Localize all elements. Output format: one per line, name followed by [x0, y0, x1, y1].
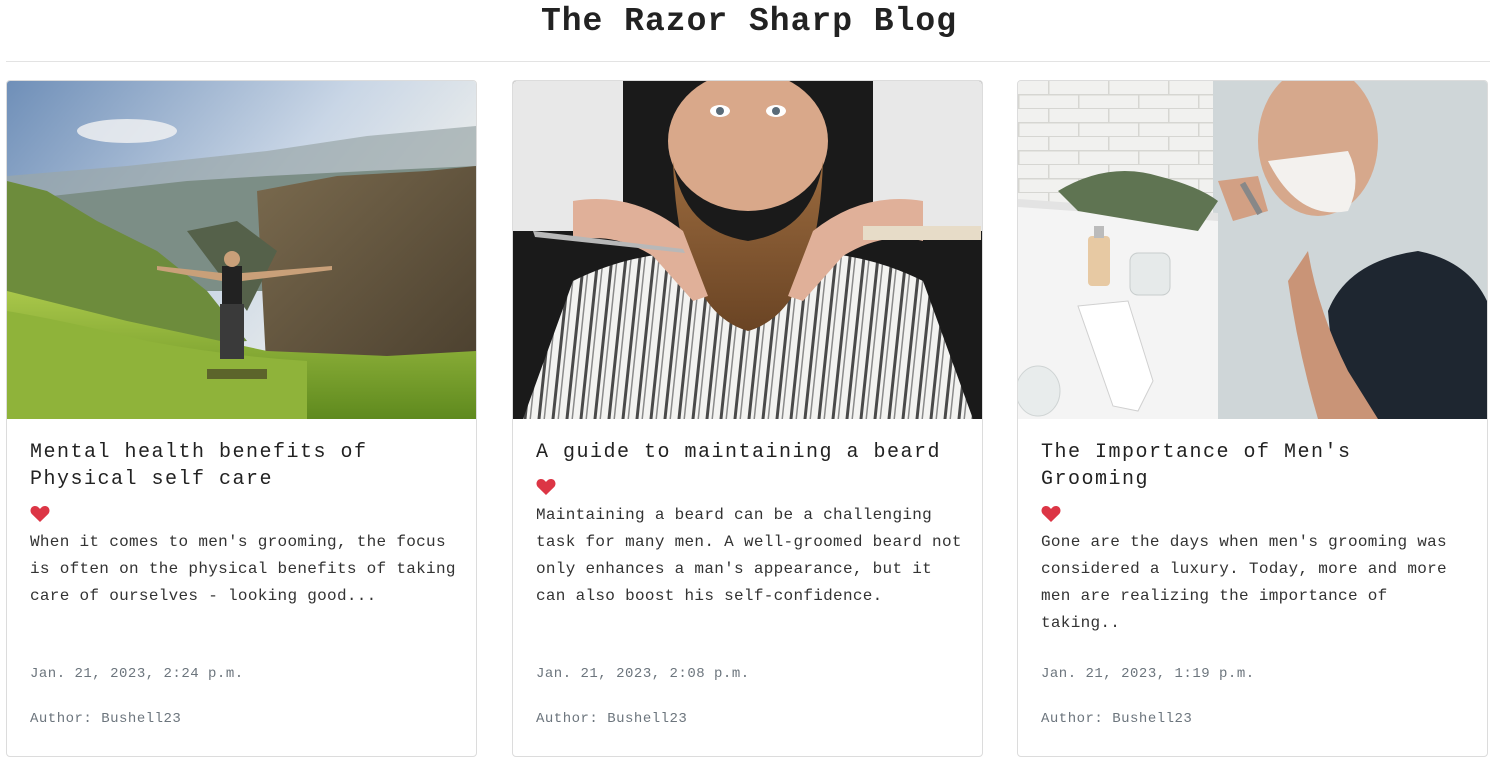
post-image-shaving[interactable]	[1018, 81, 1487, 419]
post-excerpt: Gone are the days when men's grooming wa…	[1041, 533, 1447, 632]
post-author: Author: Bushell23	[30, 711, 182, 727]
post-excerpt: Maintaining a beard can be a challenging…	[536, 506, 962, 605]
post-card[interactable]: A guide to maintaining a beard Maintaini…	[512, 80, 983, 757]
post-date: Jan. 21, 2023, 2:08 p.m.	[536, 666, 750, 682]
site-title: The Razor Sharp Blog	[540, 3, 958, 40]
post-image-mountain[interactable]	[7, 81, 476, 419]
heart-icon[interactable]	[30, 505, 50, 523]
post-card[interactable]: The Importance of Men's Grooming Gone ar…	[1017, 80, 1488, 757]
post-title[interactable]: Mental health benefits of Physical self …	[30, 439, 460, 493]
header-divider	[6, 61, 1490, 62]
post-title[interactable]: A guide to maintaining a beard	[536, 439, 966, 466]
post-date: Jan. 21, 2023, 2:24 p.m.	[30, 666, 244, 682]
post-card[interactable]: Mental health benefits of Physical self …	[6, 80, 477, 757]
post-title[interactable]: The Importance of Men's Grooming	[1041, 439, 1471, 493]
post-excerpt: When it comes to men's grooming, the foc…	[30, 533, 456, 605]
post-author: Author: Bushell23	[536, 711, 688, 727]
heart-icon[interactable]	[1041, 505, 1061, 523]
post-date: Jan. 21, 2023, 1:19 p.m.	[1041, 666, 1255, 682]
post-image-beard[interactable]	[513, 81, 982, 419]
post-author: Author: Bushell23	[1041, 711, 1193, 727]
heart-icon[interactable]	[536, 478, 556, 496]
